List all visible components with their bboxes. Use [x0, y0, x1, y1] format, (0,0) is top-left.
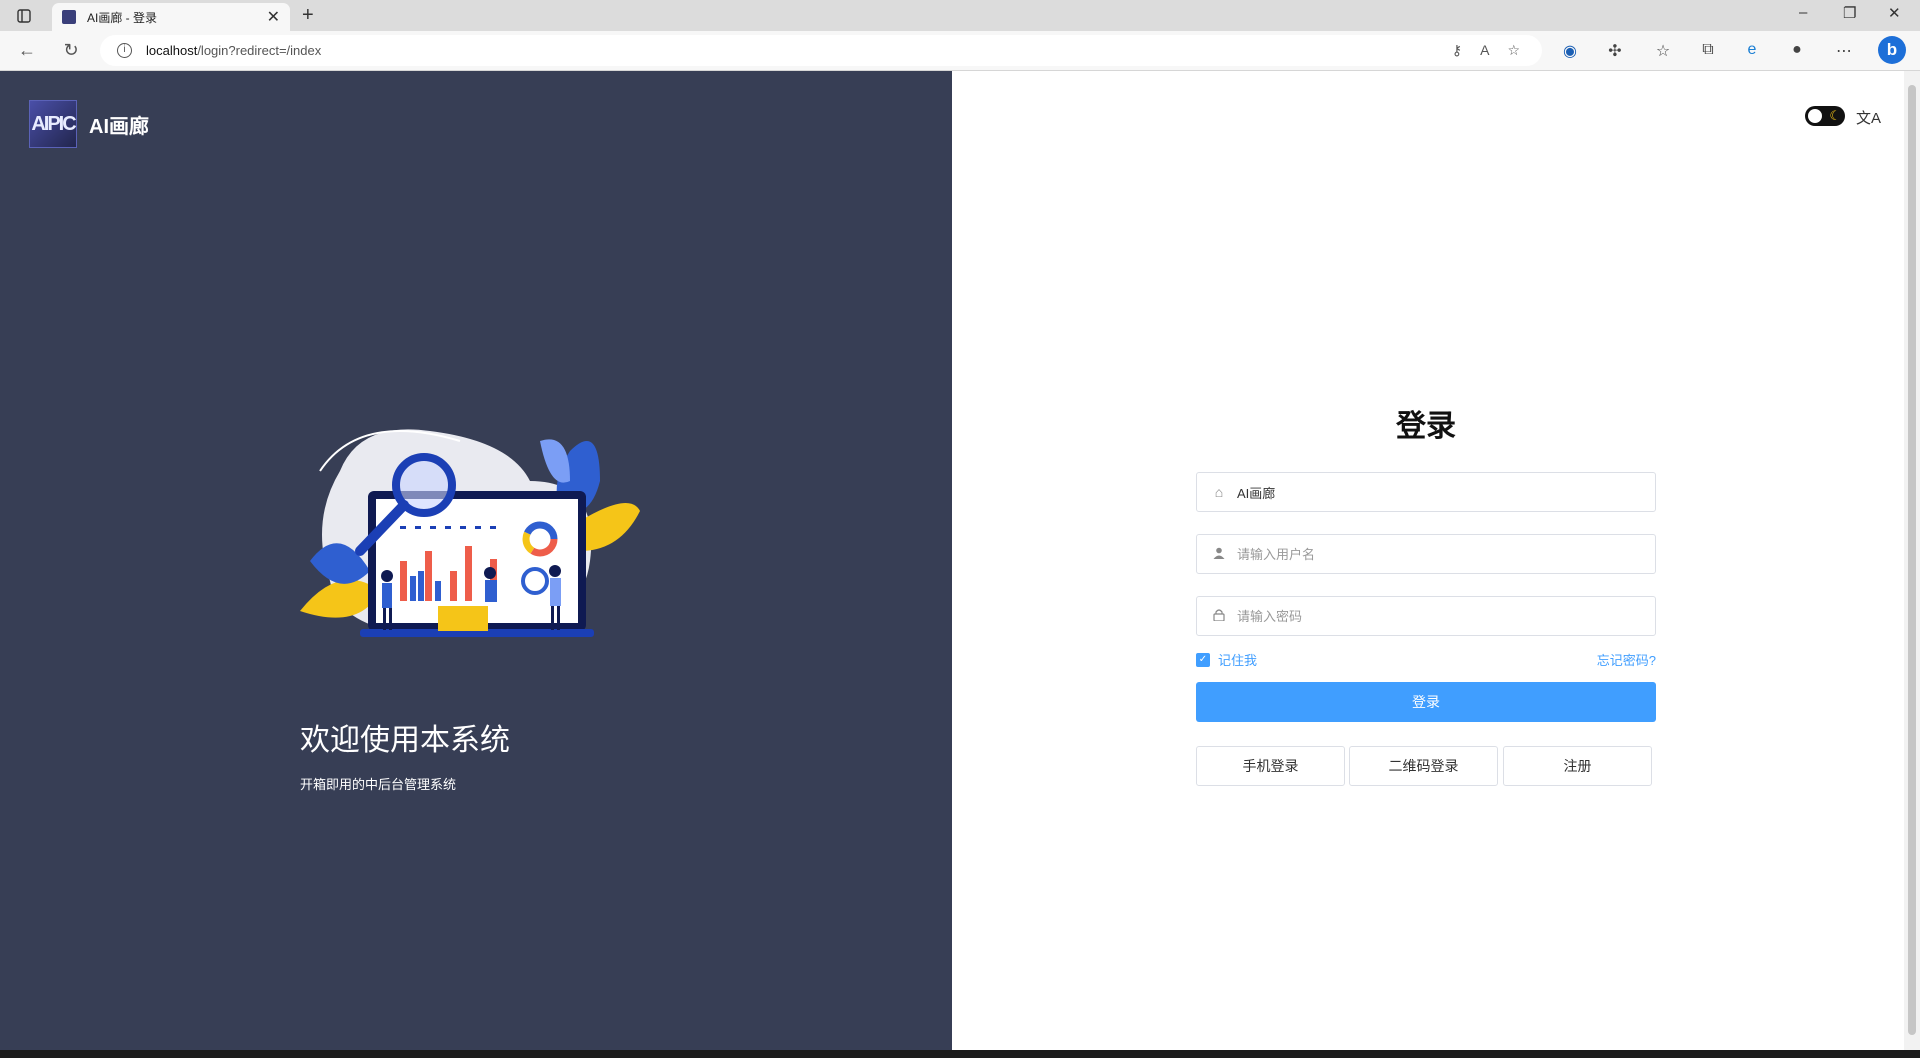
close-window-icon[interactable]: ✕ — [1888, 4, 1901, 22]
favorites-icon[interactable]: ☆ — [1652, 41, 1674, 61]
username-input[interactable] — [1237, 546, 1655, 562]
browser-toolbar: ← ↻ i localhost /login?redirect=/index ⚷… — [0, 31, 1920, 71]
password-field[interactable] — [1196, 596, 1656, 636]
brand-name: AI画廊 — [89, 115, 149, 138]
page-scrollbar[interactable] — [1904, 71, 1920, 1050]
minimize-icon[interactable]: – — [1799, 4, 1807, 21]
remember-me[interactable]: ✓ 记住我 — [1196, 650, 1257, 669]
dashboard-illustration — [300, 429, 640, 637]
login-page: AIPIC AI画廊 欢迎使用本系统 开箱即用的中后台管理系统 ☾ 文A 登录 … — [0, 71, 1904, 1050]
reload-icon[interactable]: ↻ — [60, 40, 82, 61]
welcome-subtitle: 开箱即用的中后台管理系统 — [300, 777, 457, 792]
browser-tab-bar: AI画廊 - 登录 ✕ + – ❐ ✕ — [0, 0, 1920, 31]
lock-icon — [1211, 608, 1227, 624]
browser-tab[interactable]: AI画廊 - 登录 ✕ — [52, 3, 290, 31]
extension-icon[interactable]: ◉ — [1559, 41, 1581, 61]
extensions-puzzle-icon[interactable]: ✣ — [1604, 41, 1626, 61]
moon-icon: ☾ — [1829, 108, 1841, 123]
user-icon — [1211, 546, 1227, 562]
site-info-icon[interactable]: i — [117, 43, 132, 58]
more-menu-icon[interactable]: ⋯ — [1833, 41, 1855, 61]
left-panel: AIPIC AI画廊 欢迎使用本系统 开箱即用的中后台管理系统 — [0, 71, 952, 1050]
favorite-add-icon[interactable]: ☆ — [1507, 42, 1520, 59]
forgot-password-link[interactable]: 忘记密码? — [1546, 650, 1656, 669]
url-path: /login?redirect=/index — [197, 43, 322, 58]
translate-icon[interactable]: 文A — [1856, 107, 1881, 128]
favicon-icon — [62, 10, 76, 24]
qrcode-login-button[interactable]: 二维码登录 — [1349, 746, 1498, 786]
address-bar[interactable]: i localhost /login?redirect=/index ⚷ A ☆ — [100, 35, 1542, 66]
edge-icon[interactable]: e — [1741, 41, 1763, 59]
register-button[interactable]: 注册 — [1503, 746, 1652, 786]
copilot-icon[interactable]: b — [1878, 36, 1906, 64]
theme-toggle[interactable]: ☾ — [1805, 106, 1845, 126]
restore-icon[interactable]: ❐ — [1843, 4, 1856, 22]
collections-icon[interactable]: ⧉ — [1697, 41, 1719, 59]
password-input[interactable] — [1237, 608, 1655, 624]
right-panel: ☾ 文A 登录 ⌂ ✓ 记住我 忘记密码? 登录 手机登录 二维码登录 — [952, 71, 1904, 1050]
url-host: localhost — [146, 43, 198, 58]
remember-checkbox[interactable]: ✓ — [1196, 652, 1210, 667]
profile-avatar-icon[interactable]: ● — [1786, 41, 1808, 59]
login-title: 登录 — [1396, 410, 1456, 443]
new-tab-icon[interactable]: + — [302, 4, 314, 26]
username-field[interactable] — [1196, 534, 1656, 574]
os-taskbar — [0, 1050, 1920, 1058]
close-tab-icon[interactable]: ✕ — [267, 7, 280, 27]
welcome-heading: 欢迎使用本系统 — [300, 724, 510, 757]
back-icon[interactable]: ← — [16, 40, 38, 61]
toggle-knob — [1808, 109, 1822, 123]
scrollbar-thumb[interactable] — [1908, 85, 1916, 1035]
read-aloud-icon[interactable]: A — [1480, 42, 1489, 59]
phone-login-button[interactable]: 手机登录 — [1196, 746, 1345, 786]
login-button[interactable]: 登录 — [1196, 682, 1656, 722]
tenant-input[interactable] — [1237, 484, 1655, 500]
tab-actions-icon[interactable] — [10, 6, 38, 26]
home-icon: ⌂ — [1214, 484, 1224, 500]
tenant-field[interactable]: ⌂ — [1196, 472, 1656, 512]
remember-label: 记住我 — [1218, 653, 1258, 668]
tab-title: AI画廊 - 登录 — [87, 10, 158, 25]
key-icon[interactable]: ⚷ — [1452, 42, 1462, 59]
logo: AIPIC — [29, 100, 77, 148]
brand: AIPIC AI画廊 — [29, 100, 149, 148]
